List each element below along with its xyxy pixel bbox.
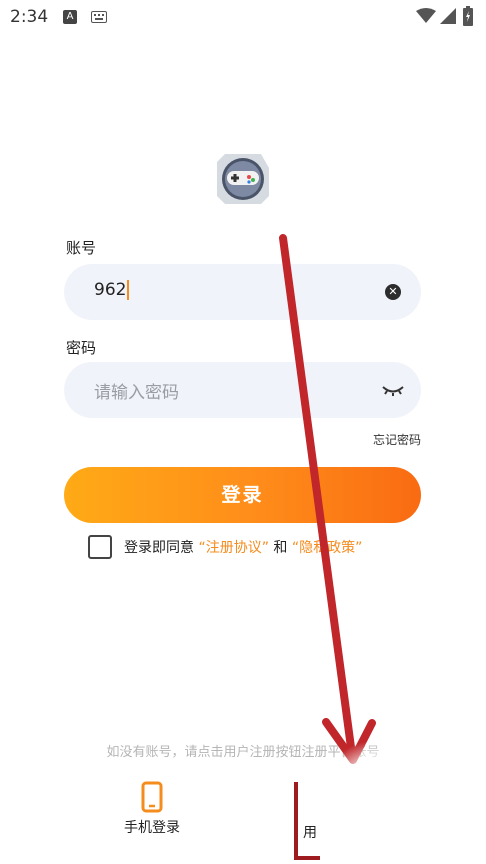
app-notification-icon: A — [63, 10, 77, 24]
account-label: 账号 — [66, 239, 97, 257]
eye-closed-icon[interactable] — [381, 382, 405, 398]
phone-login-tab[interactable]: 手机登录 — [112, 781, 192, 837]
annotation-highlight-box — [294, 782, 320, 860]
password-input[interactable]: 请输入密码 — [94, 378, 179, 403]
mobile-phone-icon — [141, 781, 163, 813]
battery-charging-icon — [463, 6, 473, 26]
user-register-tab[interactable]: 用 — [303, 822, 317, 842]
account-input[interactable]: 962 — [94, 280, 130, 300]
keyboard-icon — [91, 11, 107, 23]
agreement-text: 登录即同意 “注册协议” 和 “隐私政策” — [124, 540, 363, 556]
privacy-link[interactable]: “隐私政策” — [292, 540, 363, 556]
status-bar: 2:34 A — [0, 0, 486, 34]
password-label: 密码 — [66, 339, 97, 357]
status-time: 2:34 — [10, 7, 49, 27]
account-field[interactable]: 962 ✕ — [64, 264, 421, 320]
app-logo — [217, 154, 269, 204]
signal-icon — [440, 8, 456, 24]
clear-input-icon[interactable]: ✕ — [385, 284, 401, 300]
highlight-glow — [320, 740, 430, 850]
password-field[interactable]: 请输入密码 — [64, 362, 421, 418]
phone-login-label: 手机登录 — [124, 820, 180, 836]
login-button[interactable]: 登录 — [64, 467, 421, 523]
forgot-password-link[interactable]: 忘记密码 — [373, 431, 421, 448]
agreement-checkbox[interactable] — [88, 535, 112, 559]
terms-link[interactable]: “注册协议” — [198, 540, 269, 556]
text-caret — [127, 280, 130, 300]
wifi-icon — [416, 8, 436, 23]
